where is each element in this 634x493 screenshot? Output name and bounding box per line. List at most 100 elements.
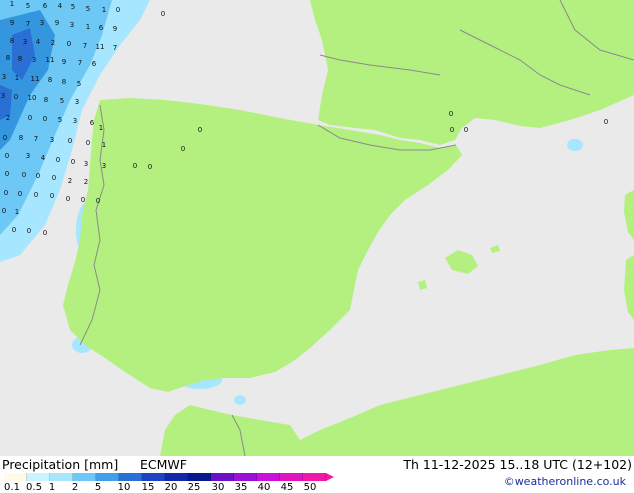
legend-swatch — [257, 473, 280, 481]
precip-value-label: 8 — [19, 134, 23, 142]
precip-value-label: 9 — [62, 58, 66, 66]
precip-value-label: 5 — [26, 2, 30, 10]
precip-value-label: 0 — [22, 171, 26, 179]
legend-swatch — [4, 473, 27, 481]
precipitation-map[interactable]: 1 5 6 4 5 5 1 0 0 9 7 3 9 3 1 6 9 8 3 4 2 0 7 11 7 8 8 3 11 9 7 6 3 1 11 8 8… — [0, 0, 634, 456]
precip-value-label: 8 — [18, 55, 22, 63]
legend-tick-label: 30 — [211, 482, 225, 493]
precip-value-label: 0 — [43, 115, 47, 123]
precip-value-label: 0 — [96, 197, 100, 205]
precip-value-label: 0 — [4, 189, 8, 197]
legend-tick-label: 1 — [48, 482, 56, 493]
legend-tick-label: 50 — [303, 482, 317, 493]
legend-swatch — [73, 473, 96, 481]
precip-value-label: 3 — [1, 92, 5, 100]
precip-value-label: 0 — [14, 93, 18, 101]
precip-value-label: 0 — [66, 195, 70, 203]
legend-swatch — [165, 473, 188, 481]
precip-value-label: 10 — [28, 94, 37, 102]
precip-value-label: 0 — [181, 145, 185, 153]
precip-value-label: 3 — [73, 117, 77, 125]
legend-swatch — [27, 473, 50, 481]
model-name: ECMWF — [140, 457, 187, 472]
precip-value-label: 8 — [48, 76, 52, 84]
precip-value-label: 0 — [161, 10, 165, 18]
precip-value-label: 11 — [96, 43, 105, 51]
precip-value-label: 1 — [99, 124, 103, 132]
precip-value-label: 0 — [18, 190, 22, 198]
precip-value-label: 0 — [68, 137, 72, 145]
precip-value-label: 1 — [102, 141, 106, 149]
legend-tick-label: 25 — [187, 482, 201, 493]
legend-tick-label: 2 — [71, 482, 79, 493]
precip-value-label: 3 — [32, 56, 36, 64]
precip-value-label: 3 — [75, 98, 79, 106]
precip-value-label: 9 — [10, 19, 14, 27]
precip-value-label: 3 — [2, 73, 6, 81]
precip-value-label: 0 — [2, 207, 6, 215]
legend-tick-label: 0.1 — [4, 482, 20, 493]
precip-value-label: 9 — [113, 25, 117, 33]
legend-tick-label: 45 — [280, 482, 294, 493]
legend-tick-label: 15 — [141, 482, 155, 493]
legend-swatch — [119, 473, 142, 481]
precip-value-label: 0 — [3, 134, 7, 142]
precip-value-label: 3 — [50, 136, 54, 144]
precip-value-label: 2 — [51, 39, 55, 47]
precip-value-label: 1 — [15, 208, 19, 216]
precip-value-label: 3 — [26, 152, 30, 160]
precip-value-label: 7 — [26, 20, 30, 28]
precip-value-label: 7 — [34, 135, 38, 143]
precip-value-label: 8 — [6, 54, 10, 62]
precip-value-label: 1 — [86, 23, 90, 31]
precip-value-label: 0 — [81, 196, 85, 204]
precip-value-label: 0 — [133, 162, 137, 170]
map-title: Precipitation [mm] — [2, 457, 119, 472]
precip-value-label: 7 — [78, 59, 82, 67]
precip-value-label: 1 — [15, 74, 19, 82]
precip-value-label: 7 — [113, 44, 117, 52]
precip-value-label: 6 — [90, 119, 95, 127]
precip-value-label: 0 — [86, 139, 90, 147]
precip-value-label: 0 — [43, 229, 47, 237]
precip-value-label: 5 — [58, 116, 62, 124]
precip-value-label: 0 — [36, 172, 40, 180]
legend-tick-label: 5 — [94, 482, 102, 493]
precip-value-label: 2 — [6, 114, 10, 122]
precip-value-label: 6 — [43, 2, 48, 10]
legend-swatch — [50, 473, 73, 481]
precip-value-label: 3 — [102, 162, 106, 170]
legend-colorbar — [4, 473, 326, 481]
precip-value-label: 5 — [86, 5, 90, 13]
legend-tick-label: 20 — [164, 482, 178, 493]
precip-value-label: 0 — [28, 114, 32, 122]
precip-value-label: 0 — [34, 191, 38, 199]
precip-value-label: 0 — [464, 126, 468, 134]
credit-link[interactable]: ©weatheronline.co.uk — [504, 475, 626, 488]
precip-value-label: 0 — [67, 40, 71, 48]
valid-datetime: Th 11-12-2025 15..18 UTC (12+102) — [403, 457, 632, 472]
precip-value-label: 0 — [50, 192, 54, 200]
legend-tick-label: 10 — [117, 482, 131, 493]
legend-swatch — [142, 473, 165, 481]
precip-value-label: 0 — [5, 152, 9, 160]
precip-value-label: 7 — [83, 42, 87, 50]
legend-tick-label: 35 — [234, 482, 248, 493]
precip-value-label: 5 — [60, 97, 64, 105]
precip-value-label: 0 — [449, 110, 453, 118]
precip-value-label: 0 — [56, 156, 60, 164]
precip-value-label: 9 — [55, 19, 59, 27]
legend-swatch — [96, 473, 119, 481]
precip-value-label: 3 — [23, 38, 27, 46]
precip-value-label: 1 — [102, 6, 106, 14]
precip-value-label: 0 — [5, 170, 9, 178]
precip-value-label: 3 — [40, 19, 44, 27]
precip-value-label: 11 — [31, 75, 40, 83]
precip-value-label: 8 — [10, 37, 14, 45]
precip-value-label: 8 — [44, 96, 48, 104]
precip-value-label: 6 — [92, 60, 97, 68]
legend-tick-label: 40 — [257, 482, 271, 493]
precip-value-label: 8 — [62, 78, 66, 86]
precip-value-label: 6 — [99, 24, 104, 32]
precip-value-label: 0 — [27, 227, 31, 235]
